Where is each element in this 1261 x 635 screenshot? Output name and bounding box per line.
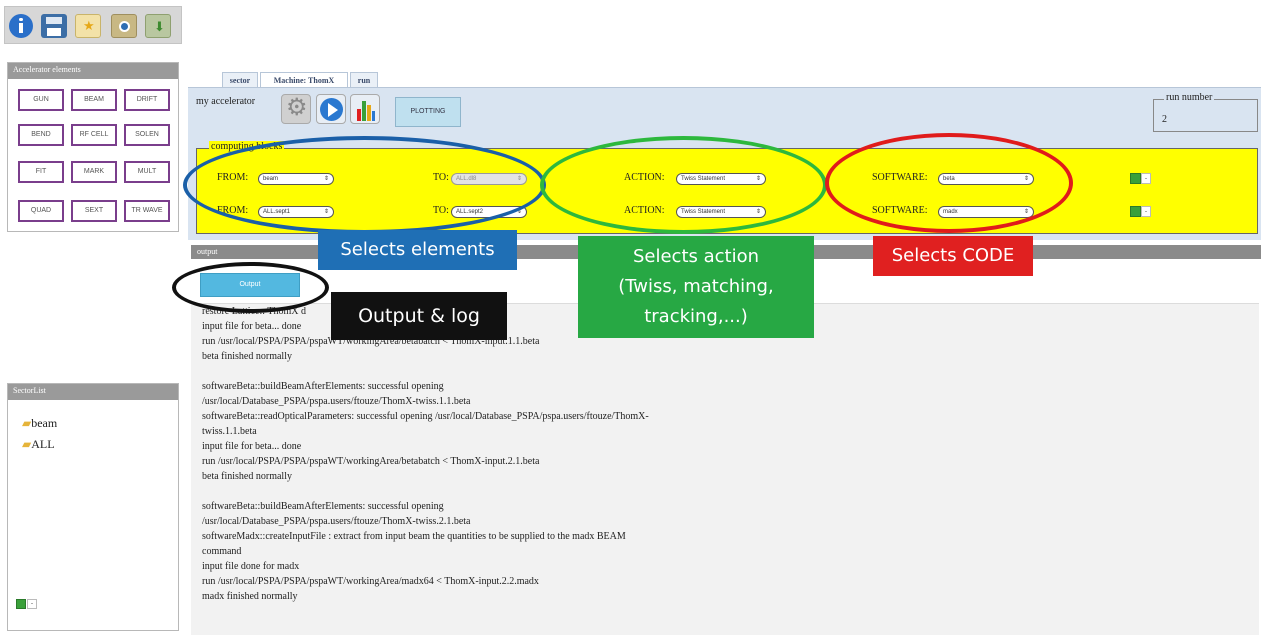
my-accelerator-label: my accelerator xyxy=(196,96,256,107)
add-block-icon[interactable] xyxy=(1130,173,1141,184)
folder-icon: ▰ xyxy=(22,437,32,451)
action-highlight-ellipse xyxy=(540,136,827,234)
bar-chart-icon[interactable] xyxy=(350,94,380,124)
selects-code-callout: Selects CODE xyxy=(873,236,1033,276)
log-body: run /usr/local/PSPA/PSPA/pspaWT/workingA… xyxy=(202,334,649,604)
log-line: twiss.1.1.beta xyxy=(202,426,257,437)
code-highlight-ellipse xyxy=(825,133,1073,233)
tab-machine-thomx[interactable]: Machine: ThomX xyxy=(260,72,348,88)
remove-block-icon[interactable]: - xyxy=(1141,206,1151,217)
log-line: command xyxy=(202,546,242,557)
run-number-value: 2 xyxy=(1162,114,1167,125)
tab-sector[interactable]: sector xyxy=(222,72,258,88)
log-line: run /usr/local/PSPA/PSPA/pspaWT/workingA… xyxy=(202,576,539,587)
solen-element-button[interactable]: SOLEN xyxy=(124,124,170,146)
quad-element-button[interactable]: QUAD xyxy=(18,200,64,222)
log-line: softwareMadx::createInputFile : extract … xyxy=(202,531,626,542)
log-line: beta finished normally xyxy=(202,351,292,362)
log-line: /usr/local/Database_PSPA/pspa.users/ftou… xyxy=(202,396,471,407)
plotting-button[interactable]: PLOTTING xyxy=(395,97,461,127)
log-line: softwareBeta::buildBeamAfterElements: su… xyxy=(202,381,444,392)
rfcell-element-button[interactable]: RF CELL xyxy=(71,124,117,146)
save-icon[interactable] xyxy=(41,14,67,38)
run-number-label: run number xyxy=(1164,92,1215,103)
sector-list-title: SectorList xyxy=(8,384,178,400)
log-line: input file done for madx xyxy=(202,561,300,572)
output-log: restore Lattice:: ThomX d input file for… xyxy=(191,303,1259,635)
mult-element-button[interactable]: MULT xyxy=(124,161,170,183)
log-line: run /usr/local/PSPA/PSPA/pspaWT/workingA… xyxy=(202,456,540,467)
output-highlight-ellipse xyxy=(172,262,329,313)
folder-icon: ▰ xyxy=(22,416,32,430)
gun-element-button[interactable]: GUN xyxy=(18,89,64,111)
info-icon[interactable] xyxy=(9,14,33,38)
log-line: beta finished normally xyxy=(202,471,292,482)
camera-icon[interactable] xyxy=(111,14,137,38)
run-play-icon[interactable] xyxy=(316,94,346,124)
log-line: input file for beta... done xyxy=(202,441,302,452)
log-line: /usr/local/Database_PSPA/pspa.users/ftou… xyxy=(202,516,471,527)
selects-elements-callout: Selects elements xyxy=(318,230,517,270)
sector-list-panel: SectorList ▰beam ▰ALL - xyxy=(7,383,179,631)
remove-block-icon[interactable]: - xyxy=(1141,173,1151,184)
settings-gear-icon[interactable]: ⚙ xyxy=(281,94,311,124)
main-toolbar: ★ ⬇ xyxy=(4,6,182,44)
selects-action-callout: Selects action (Twiss, matching, trackin… xyxy=(578,236,814,338)
fit-element-button[interactable]: FIT xyxy=(18,161,64,183)
drift-element-button[interactable]: DRIFT xyxy=(124,89,170,111)
mark-element-button[interactable]: MARK xyxy=(71,161,117,183)
tab-run[interactable]: run xyxy=(350,72,378,88)
sector-item-all[interactable]: ▰ALL xyxy=(22,437,55,452)
download-icon[interactable]: ⬇ xyxy=(145,14,171,38)
sector-item-beam[interactable]: ▰beam xyxy=(22,416,57,431)
log-line: softwareBeta::readOpticalParameters: suc… xyxy=(202,411,649,422)
run-number-box: run number 2 xyxy=(1153,92,1258,132)
log-line: input file for beta... done xyxy=(202,321,302,332)
bend-element-button[interactable]: BEND xyxy=(18,124,64,146)
sext-element-button[interactable]: SEXT xyxy=(71,200,117,222)
accelerator-elements-title: Accelerator elements xyxy=(8,63,178,79)
output-log-callout: Output & log xyxy=(331,292,507,340)
accelerator-elements-panel: Accelerator elements GUN BEAM DRIFT BEND… xyxy=(7,62,179,232)
trwave-element-button[interactable]: TR WAVE xyxy=(124,200,170,222)
add-sector-icon[interactable] xyxy=(16,599,26,609)
star-icon[interactable]: ★ xyxy=(75,14,101,38)
elements-highlight-ellipse xyxy=(183,136,546,234)
log-line: softwareBeta::buildBeamAfterElements: su… xyxy=(202,501,444,512)
beam-element-button[interactable]: BEAM xyxy=(71,89,117,111)
remove-sector-icon[interactable]: - xyxy=(27,599,37,609)
add-block-icon[interactable] xyxy=(1130,206,1141,217)
log-line: madx finished normally xyxy=(202,591,298,602)
